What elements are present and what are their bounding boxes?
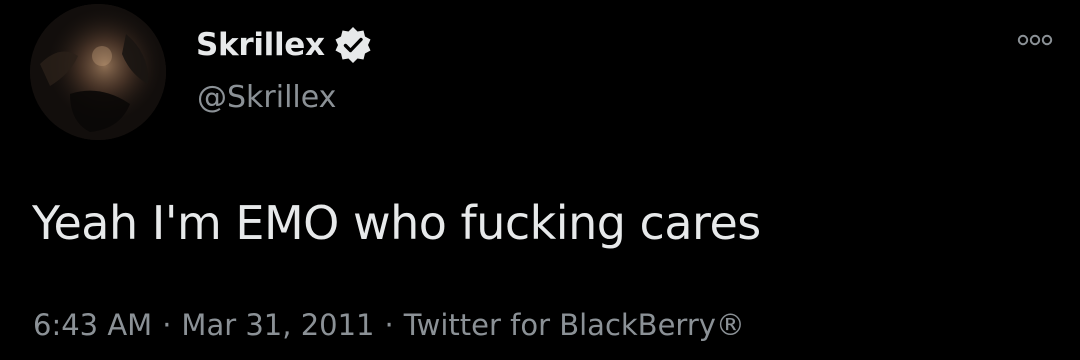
tweet-meta: 6:43 AM · Mar 31, 2011 · Twitter for BlackBe… [33,308,745,342]
tweet-time[interactable]: 6:43 AM [33,308,152,342]
avatar[interactable] [30,4,166,140]
more-options-button[interactable] [1016,30,1054,50]
display-name[interactable]: Skrillex [196,27,325,63]
tweet-text: Yeah I'm EMO who fucking cares [32,196,761,250]
tweet-date[interactable]: Mar 31, 2011 [181,308,374,342]
tweet-card: Skrillex @Skrillex Yeah I'm EMO who fuck… [0,0,1080,360]
tweet-source[interactable]: Twitter for BlackBerry® [404,308,745,342]
user-handle[interactable]: @Skrillex [197,80,336,115]
more-options-icon [1017,34,1053,46]
avatar-photo-icon [30,4,166,140]
meta-separator: · [384,308,394,342]
verified-badge-icon [333,25,373,65]
meta-separator: · [162,308,172,342]
display-name-row: Skrillex [196,20,373,70]
